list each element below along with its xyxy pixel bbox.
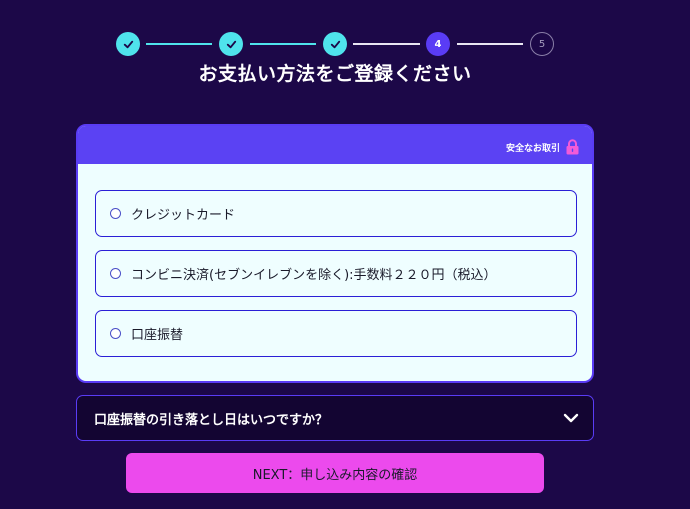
card-header: 安全なお取引	[78, 126, 592, 164]
chevron-down-icon[interactable]	[563, 413, 579, 423]
progress-stepper: 4 5	[0, 0, 690, 60]
payment-method-card: 安全なお取引 クレジットカード コンビニ決済(セブンイレブンを除く):手数料２２…	[76, 124, 594, 383]
step-number: 4	[434, 38, 442, 50]
step-3-complete	[323, 32, 347, 56]
payment-option-credit-card[interactable]: クレジットカード	[95, 190, 577, 237]
secure-transaction-label: 安全なお取引	[505, 143, 560, 154]
option-label: クレジットカード	[131, 208, 236, 223]
radio-button[interactable]	[110, 328, 121, 339]
faq-accordion-toggle[interactable]: 口座振替の引き落とし日はいつですか？	[76, 395, 594, 441]
faq-question: 口座振替の引き落とし日はいつですか？	[94, 412, 329, 428]
lock-icon	[565, 139, 580, 155]
payment-option-convenience-store[interactable]: コンビニ決済(セブンイレブンを除く):手数料２２０円（税込）	[95, 250, 577, 297]
step-connector-4	[457, 43, 523, 45]
next-button[interactable]: NEXT：申し込み内容の確認	[126, 453, 544, 493]
option-label: 口座振替	[131, 328, 184, 343]
step-connector-1	[146, 43, 212, 45]
step-1-complete	[116, 32, 140, 56]
radio-button[interactable]	[110, 268, 121, 279]
option-label: コンビニ決済(セブンイレブンを除く):手数料２２０円（税込）	[131, 268, 497, 283]
step-2-complete	[219, 32, 243, 56]
step-number: 5	[538, 38, 546, 50]
step-connector-2	[250, 43, 316, 45]
radio-button[interactable]	[110, 208, 121, 219]
check-icon	[226, 40, 236, 48]
payment-option-bank-transfer[interactable]: 口座振替	[95, 310, 577, 357]
check-icon	[330, 40, 340, 48]
check-icon	[123, 40, 133, 48]
next-button-label: NEXT：申し込み内容の確認	[252, 467, 418, 483]
step-connector-3	[353, 43, 420, 45]
step-5-upcoming: 5	[530, 32, 554, 56]
step-4-current: 4	[426, 32, 450, 56]
page-title: お支払い方法をご登録ください	[198, 63, 472, 85]
